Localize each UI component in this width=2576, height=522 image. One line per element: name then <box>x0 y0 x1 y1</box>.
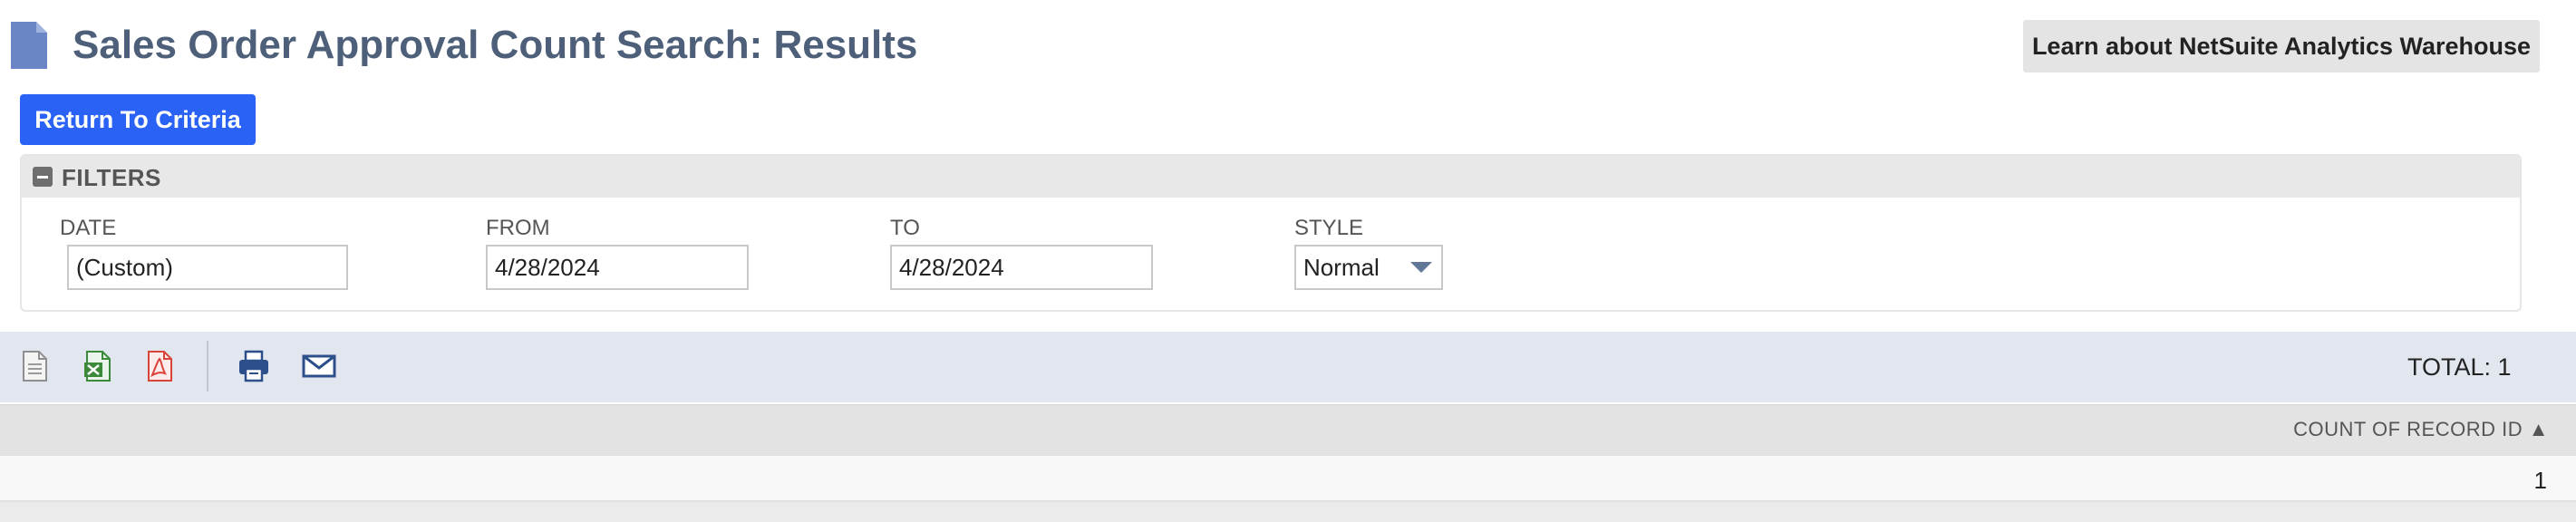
filters-header[interactable]: FILTERS <box>22 156 2520 198</box>
table-header: COUNT OF RECORD ID ▲ <box>0 404 2576 455</box>
table-row: 1 <box>0 455 2576 502</box>
page-header: Sales Order Approval Count Search: Resul… <box>0 0 2576 91</box>
from-label: FROM <box>486 216 550 240</box>
date-field[interactable]: (Custom) <box>67 245 348 290</box>
document-icon <box>11 22 47 69</box>
collapse-icon[interactable] <box>33 167 53 187</box>
print-icon[interactable] <box>234 346 274 386</box>
csv-export-icon[interactable] <box>15 346 54 386</box>
filters-panel: FILTERS DATE (Custom) FROM 4/28/2024 TO … <box>20 154 2522 312</box>
page-title: Sales Order Approval Count Search: Resul… <box>73 23 918 67</box>
to-label: TO <box>890 216 920 240</box>
learn-analytics-warehouse-button[interactable]: Learn about NetSuite Analytics Warehouse <box>2023 20 2540 72</box>
style-select[interactable]: Normal <box>1294 245 1443 290</box>
table-cell-count: 1 <box>2533 467 2547 494</box>
excel-export-icon[interactable] <box>78 346 118 386</box>
date-label: DATE <box>60 216 117 240</box>
table-footer <box>0 502 2576 522</box>
toolbar-divider <box>207 341 208 392</box>
from-date-field[interactable]: 4/28/2024 <box>486 245 749 290</box>
column-header-count-of-record-id[interactable]: COUNT OF RECORD ID ▲ <box>2293 418 2549 441</box>
pdf-export-icon[interactable] <box>140 346 179 386</box>
to-date-field[interactable]: 4/28/2024 <box>890 245 1153 290</box>
email-icon[interactable] <box>299 346 339 386</box>
results-toolbar: TOTAL: 1 <box>0 332 2576 402</box>
return-to-criteria-button[interactable]: Return To Criteria <box>20 94 256 145</box>
filters-title: FILTERS <box>62 164 161 191</box>
chevron-down-icon[interactable] <box>1410 262 1432 273</box>
results-total: TOTAL: 1 <box>2407 353 2512 381</box>
style-select-value: Normal <box>1303 254 1380 281</box>
style-label: STYLE <box>1294 216 1364 240</box>
